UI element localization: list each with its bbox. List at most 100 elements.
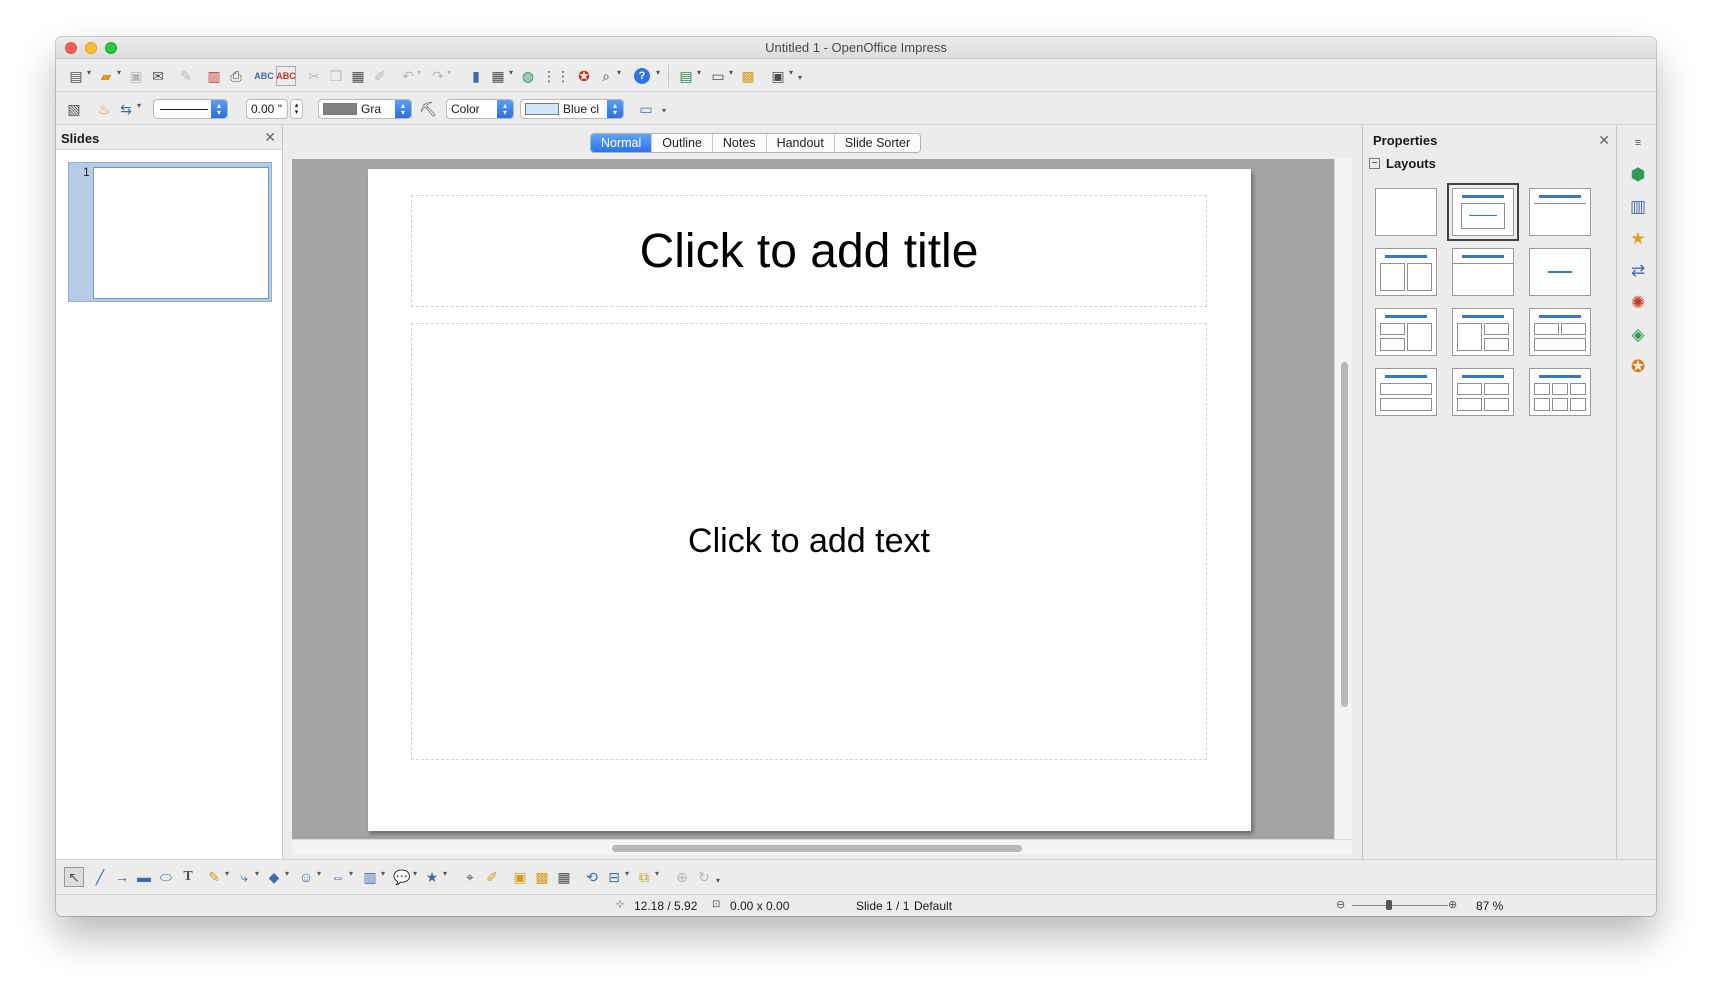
basic-shapes-dropdown-icon[interactable]: ▾ [285, 869, 289, 878]
tab-outline[interactable]: Outline [652, 134, 713, 152]
symbol-shapes-dropdown-icon[interactable]: ▾ [317, 869, 321, 878]
arrow-style-dropdown-icon[interactable]: ▾ [137, 101, 141, 110]
grid-icon[interactable]: ⋮⋮ [542, 66, 570, 86]
slideshow-dropdown-icon[interactable]: ▾ [789, 68, 793, 77]
flowchart-dropdown-icon[interactable]: ▾ [381, 869, 385, 878]
open-icon[interactable]: ▰ [96, 66, 116, 86]
horizontal-scroll-thumb[interactable] [612, 845, 1022, 852]
curve-icon[interactable]: ✎ [204, 867, 224, 887]
slide-design-icon[interactable]: ▩ [738, 66, 758, 86]
line-style-select[interactable]: ▴ ▾ [153, 99, 228, 119]
title-placeholder[interactable]: Click to add title [411, 195, 1207, 307]
vertical-scrollbar[interactable] [1334, 159, 1352, 839]
tab-handout[interactable]: Handout [766, 134, 835, 152]
callouts-dropdown-icon[interactable]: ▾ [413, 869, 417, 878]
slideshow-icon[interactable]: ▣ [768, 66, 788, 86]
custom-animation-deck-icon[interactable]: ★ [1625, 226, 1651, 252]
body-placeholder[interactable]: Click to add text [411, 323, 1207, 760]
layout-title-only[interactable] [1452, 248, 1514, 296]
area-style-select[interactable]: Gra ▴ ▾ [318, 99, 412, 119]
layout-title-content[interactable] [1447, 183, 1519, 241]
block-arrows-dropdown-icon[interactable]: ▾ [349, 869, 353, 878]
export-pdf-icon[interactable]: ▥ [204, 66, 224, 86]
layout-title-content-2right[interactable] [1452, 308, 1514, 356]
layout-title-4-content[interactable] [1452, 368, 1514, 416]
line-width-stepper[interactable]: ▴ ▾ [290, 99, 303, 119]
edit-file-icon[interactable]: ✎ [176, 66, 196, 86]
undo-icon[interactable]: ↶ [398, 66, 418, 86]
navigator-icon[interactable]: ✪ [574, 66, 594, 86]
navigator-deck-icon[interactable]: ✪ [1625, 354, 1651, 380]
styles-icon[interactable]: ▧ [64, 99, 84, 119]
print-icon[interactable]: ⎙ [226, 66, 246, 86]
fill-color-select[interactable]: Blue cl ▴ ▾ [520, 99, 624, 119]
line-width-field[interactable]: 0.00 " [246, 99, 288, 119]
help-icon[interactable]: ? [634, 68, 650, 84]
new-icon[interactable]: ▤ [66, 66, 86, 86]
tab-notes[interactable]: Notes [712, 134, 767, 152]
stars-dropdown-icon[interactable]: ▾ [443, 869, 447, 878]
drawing-toolbar-overflow-icon[interactable]: ▾ [716, 876, 720, 885]
status-master-page[interactable]: Default [914, 899, 952, 913]
callouts-icon[interactable]: 💬 [392, 867, 412, 887]
properties-deck-icon[interactable]: ⬢ [1625, 162, 1651, 188]
collapse-icon[interactable]: − [1369, 158, 1380, 169]
sidebar-menu-icon[interactable]: ≡ [1625, 130, 1651, 156]
zoom-slider-thumb[interactable] [1386, 900, 1392, 910]
redo-dropdown-icon[interactable]: ▾ [447, 68, 451, 77]
tab-slide-sorter[interactable]: Slide Sorter [834, 134, 921, 152]
layouts-section-header[interactable]: − Layouts [1363, 152, 1616, 175]
help-overflow-icon[interactable]: ▾ [656, 68, 660, 77]
gallery-icon[interactable]: ▦ [554, 867, 574, 887]
fill-type-select[interactable]: Color ▴ ▾ [446, 99, 514, 119]
email-icon[interactable]: ✉ [148, 66, 168, 86]
gallery-deck-icon[interactable]: ◈ [1625, 322, 1651, 348]
extrusion-icon[interactable]: ⊕ [672, 867, 692, 887]
undo-dropdown-icon[interactable]: ▾ [417, 68, 421, 77]
fill-type-arrow-icon[interactable]: ▴ ▾ [497, 100, 513, 118]
toolbar-overflow-icon[interactable]: ▾ [798, 73, 802, 82]
zoom-in-icon[interactable]: ⊕ [1448, 898, 1457, 911]
fill-color-arrow-icon[interactable]: ▴ ▾ [607, 100, 623, 118]
connector-dropdown-icon[interactable]: ▾ [255, 869, 259, 878]
autospell-icon[interactable]: ABC [276, 66, 296, 86]
glue-points-icon[interactable]: ✐ [482, 867, 502, 887]
from-file-icon[interactable]: ▩ [532, 867, 552, 887]
redo-icon[interactable]: ↷ [428, 66, 448, 86]
master-pages-deck-icon[interactable]: ▥ [1625, 194, 1651, 220]
area-fill-icon[interactable]: ⛏ [418, 99, 438, 119]
status-zoom[interactable]: 87 % [1476, 899, 1503, 913]
slide-thumbnail[interactable] [93, 167, 269, 299]
slide-page[interactable]: Click to add title Click to add text [368, 169, 1251, 831]
line-toolbar-overflow-icon[interactable]: ▾ [662, 106, 666, 115]
flowchart-icon[interactable]: ▥ [360, 867, 380, 887]
chart-icon[interactable]: ▮ [466, 66, 486, 86]
layout-title-6-content[interactable] [1529, 368, 1591, 416]
stars-icon[interactable]: ★ [422, 867, 442, 887]
line-icon[interactable]: ╱ [90, 867, 110, 887]
align-dropdown-icon[interactable]: ▾ [625, 869, 629, 878]
arrow-style-icon[interactable]: ⇆ [116, 99, 136, 119]
layout-dropdown-icon[interactable]: ▾ [729, 68, 733, 77]
shadow-icon[interactable]: ▭ [636, 99, 656, 119]
area-style-arrow-icon[interactable]: ▴ ▾ [395, 100, 411, 118]
copy-icon[interactable]: ❐ [326, 66, 346, 86]
layout-title-only-content[interactable] [1529, 188, 1591, 236]
arrange-dropdown-icon[interactable]: ▾ [655, 869, 659, 878]
align-icon[interactable]: ⊟ [604, 867, 624, 887]
slide-icon[interactable]: ▤ [676, 66, 696, 86]
curve-dropdown-icon[interactable]: ▾ [225, 869, 229, 878]
layout-title-2content-left[interactable] [1375, 308, 1437, 356]
slide-dropdown-icon[interactable]: ▾ [697, 68, 701, 77]
zoom-slider[interactable] [1352, 905, 1448, 906]
horizontal-scrollbar[interactable] [292, 839, 1352, 855]
slide-transition-deck-icon[interactable]: ⇄ [1625, 258, 1651, 284]
clone-format-icon[interactable]: ✐ [370, 66, 390, 86]
spellcheck-icon[interactable]: ABC [254, 66, 274, 86]
text-icon[interactable]: T [178, 867, 198, 887]
block-arrows-icon[interactable]: ⇔ [328, 867, 348, 887]
cut-icon[interactable]: ✂ [304, 66, 324, 86]
slide-thumbnail-selected[interactable]: 1 [68, 162, 272, 302]
layout-title-2content-top[interactable] [1529, 308, 1591, 356]
line-style-arrow-icon[interactable]: ▴ ▾ [211, 100, 227, 118]
